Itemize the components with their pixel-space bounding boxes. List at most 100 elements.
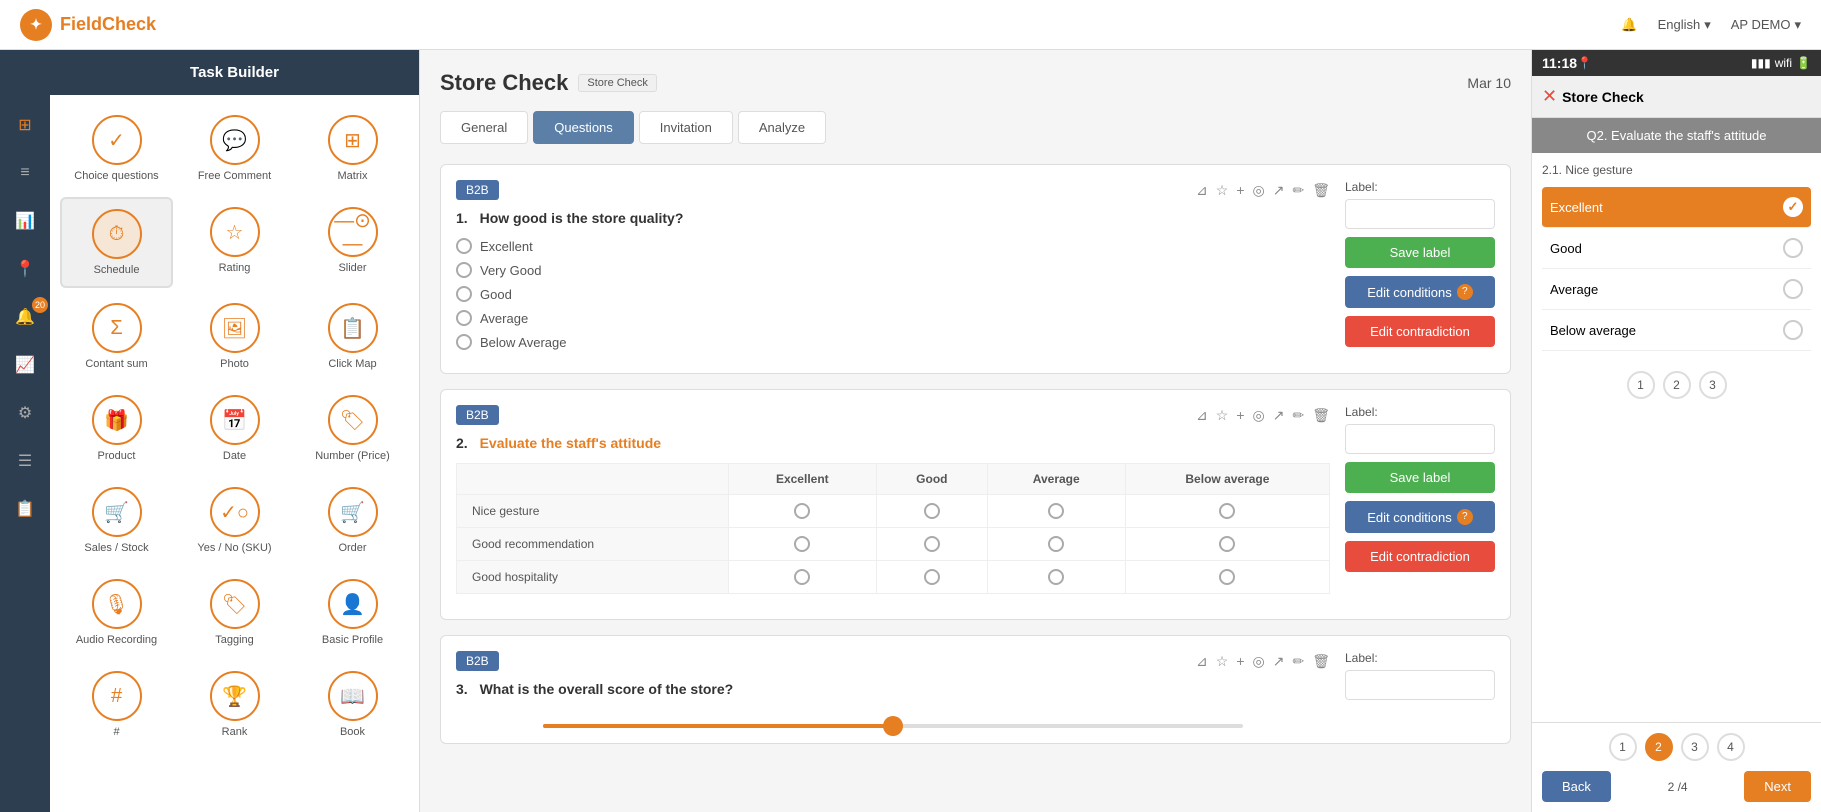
yes-no-icon: ✓○ [210,487,260,537]
mobile-signal-icon: ▮▮▮ [1751,56,1771,70]
content-header: Store Check Store Check Mar 10 [440,70,1511,96]
tab-invitation[interactable]: Invitation [639,111,733,144]
nav-clipboard-icon[interactable]: 📋 [10,494,40,524]
tagging-label: Tagging [215,634,254,646]
task-item-contant-sum[interactable]: Σ Contant sum [60,293,173,380]
q2-eye-icon[interactable]: ◎ [1253,407,1265,424]
q3-eye-icon[interactable]: ◎ [1253,653,1265,670]
mobile-inner-dot-1[interactable]: 1 [1627,371,1655,399]
mobile-footer-dot-2[interactable]: 2 [1645,733,1673,761]
nav-trending-icon[interactable]: 📈 [10,350,40,380]
task-item-rank[interactable]: 🏆 Rank [178,661,291,748]
q2-edit-conditions-button[interactable]: Edit conditions ? [1345,501,1495,533]
q2-edit-contradiction-button[interactable]: Edit contradiction [1345,541,1495,572]
task-item-choice[interactable]: ✓ Choice questions [60,105,173,192]
q1-save-label-button[interactable]: Save label [1345,237,1495,268]
q1-label-input[interactable] [1345,199,1495,229]
nav-list-icon[interactable]: ☰ [10,446,40,476]
tab-general[interactable]: General [440,111,528,144]
product-icon: 🎁 [92,395,142,445]
q3-star-icon[interactable]: ☆ [1216,653,1229,670]
nav-chart-icon[interactable]: 📊 [10,206,40,236]
q3-edit-icon[interactable]: ✏ [1292,653,1304,670]
q3-move-icon[interactable]: ⊿ [1196,653,1208,670]
q2-move-icon[interactable]: ⊿ [1196,407,1208,424]
task-item-matrix[interactable]: ⊞ Matrix [296,105,409,192]
q1-move-icon[interactable]: ⊿ [1196,182,1208,199]
task-item-book[interactable]: 📖 Book [296,661,409,748]
mobile-next-button[interactable]: Next [1744,771,1811,802]
product-label: Product [98,450,136,462]
q3-title: What is the overall score of the store? [480,681,734,697]
mobile-footer-dot-3[interactable]: 3 [1681,733,1709,761]
task-item-rating[interactable]: ☆ Rating [178,197,291,288]
task-item-schedule[interactable]: ⏱ Schedule [60,197,173,288]
mobile-inner-dot-3[interactable]: 3 [1699,371,1727,399]
notification-button[interactable]: 🔔 [1621,17,1637,33]
nav-bell-icon[interactable]: 🔔 20 [10,302,40,332]
nav-home-icon[interactable]: ⊞ [10,110,40,140]
q2-save-label-button[interactable]: Save label [1345,462,1495,493]
mobile-option-average[interactable]: Average [1542,269,1811,310]
task-item-tagging[interactable]: 🏷 Tagging [178,569,291,656]
q1-delete-icon[interactable]: 🗑 [1312,182,1330,199]
q3-label-input[interactable] [1345,670,1495,700]
q1-star-icon[interactable]: ☆ [1216,182,1229,199]
task-item-date[interactable]: 📅 Date [178,385,291,472]
q3-link-icon[interactable]: ↗ [1273,653,1285,670]
mobile-inner-dot-2[interactable]: 2 [1663,371,1691,399]
task-item-basic-profile[interactable]: 👤 Basic Profile [296,569,409,656]
q1-eye-icon[interactable]: ◎ [1253,182,1265,199]
language-selector[interactable]: English ▾ [1658,17,1711,33]
mobile-option-below-average[interactable]: Below average [1542,310,1811,351]
date-icon: 📅 [210,395,260,445]
mobile-option-good[interactable]: Good [1542,228,1811,269]
task-item-audio[interactable]: 🎙 Audio Recording [60,569,173,656]
mobile-footer-dot-1[interactable]: 1 [1609,733,1637,761]
q2-link-icon[interactable]: ↗ [1273,407,1285,424]
mobile-option-excellent[interactable]: Excellent ✓ [1542,187,1811,228]
q2-star-icon[interactable]: ☆ [1216,407,1229,424]
question-2-row: B2B ⊿ ☆ + ◎ ↗ ✏ 🗑 2. Evaluate the staff'… [456,405,1495,604]
task-item-yes-no[interactable]: ✓○ Yes / No (SKU) [178,477,291,564]
tab-analyze[interactable]: Analyze [738,111,826,144]
q3-add-icon[interactable]: + [1236,653,1244,669]
task-item-product[interactable]: 🎁 Product [60,385,173,472]
tab-questions[interactable]: Questions [533,111,634,144]
q1-link-icon[interactable]: ↗ [1273,182,1285,199]
mobile-close-icon[interactable]: ✕ [1542,86,1557,107]
task-item-hash[interactable]: # # [60,661,173,748]
matrix-cell-nice-excellent [728,495,876,528]
store-check-tooltip: Store Check [578,74,657,92]
q2-label-input[interactable] [1345,424,1495,454]
q1-add-icon[interactable]: + [1236,182,1244,198]
task-item-sales-stock[interactable]: 🛒 Sales / Stock [60,477,173,564]
q1-edit-conditions-button[interactable]: Edit conditions ? [1345,276,1495,308]
task-item-number-price[interactable]: 🏷 Number (Price) [296,385,409,472]
content-area: Store Check Store Check Mar 10 General Q… [420,50,1531,812]
mobile-panel: 11:18 📍 ▮▮▮ wifi 🔋 ✕ Store Check Q2. Eva… [1531,50,1821,812]
task-item-free-comment[interactable]: 💬 Free Comment [178,105,291,192]
q1-edit-icon[interactable]: ✏ [1292,182,1304,199]
q3-slider-thumb[interactable] [883,716,903,736]
mobile-footer-dot-4[interactable]: 4 [1717,733,1745,761]
q2-edit-icon[interactable]: ✏ [1292,407,1304,424]
task-item-order[interactable]: 🛒 Order [296,477,409,564]
q1-title: How good is the store quality? [480,210,684,226]
account-selector[interactable]: AP DEMO ▾ [1731,17,1801,33]
q1-edit-contradiction-button[interactable]: Edit contradiction [1345,316,1495,347]
q2-delete-icon[interactable]: 🗑 [1312,407,1330,424]
nav-settings-icon[interactable]: ⚙ [10,398,40,428]
q3-delete-icon[interactable]: 🗑 [1312,653,1330,670]
task-item-click-map[interactable]: 📋 Click Map [296,293,409,380]
nav-map-icon[interactable]: 📍 [10,254,40,284]
task-item-slider[interactable]: —⊙— Slider [296,197,409,288]
q1-option-below-average: Below Average [456,334,1330,350]
task-item-photo[interactable]: 🖼 Photo [178,293,291,380]
question-3-toolbar: B2B ⊿ ☆ + ◎ ↗ ✏ 🗑 [456,651,1330,671]
q2-add-icon[interactable]: + [1236,407,1244,423]
mobile-back-button[interactable]: Back [1542,771,1611,802]
notification-badge: 20 [32,297,48,313]
nav-tasks-icon[interactable]: ≡ [10,158,40,188]
photo-label: Photo [220,358,249,370]
